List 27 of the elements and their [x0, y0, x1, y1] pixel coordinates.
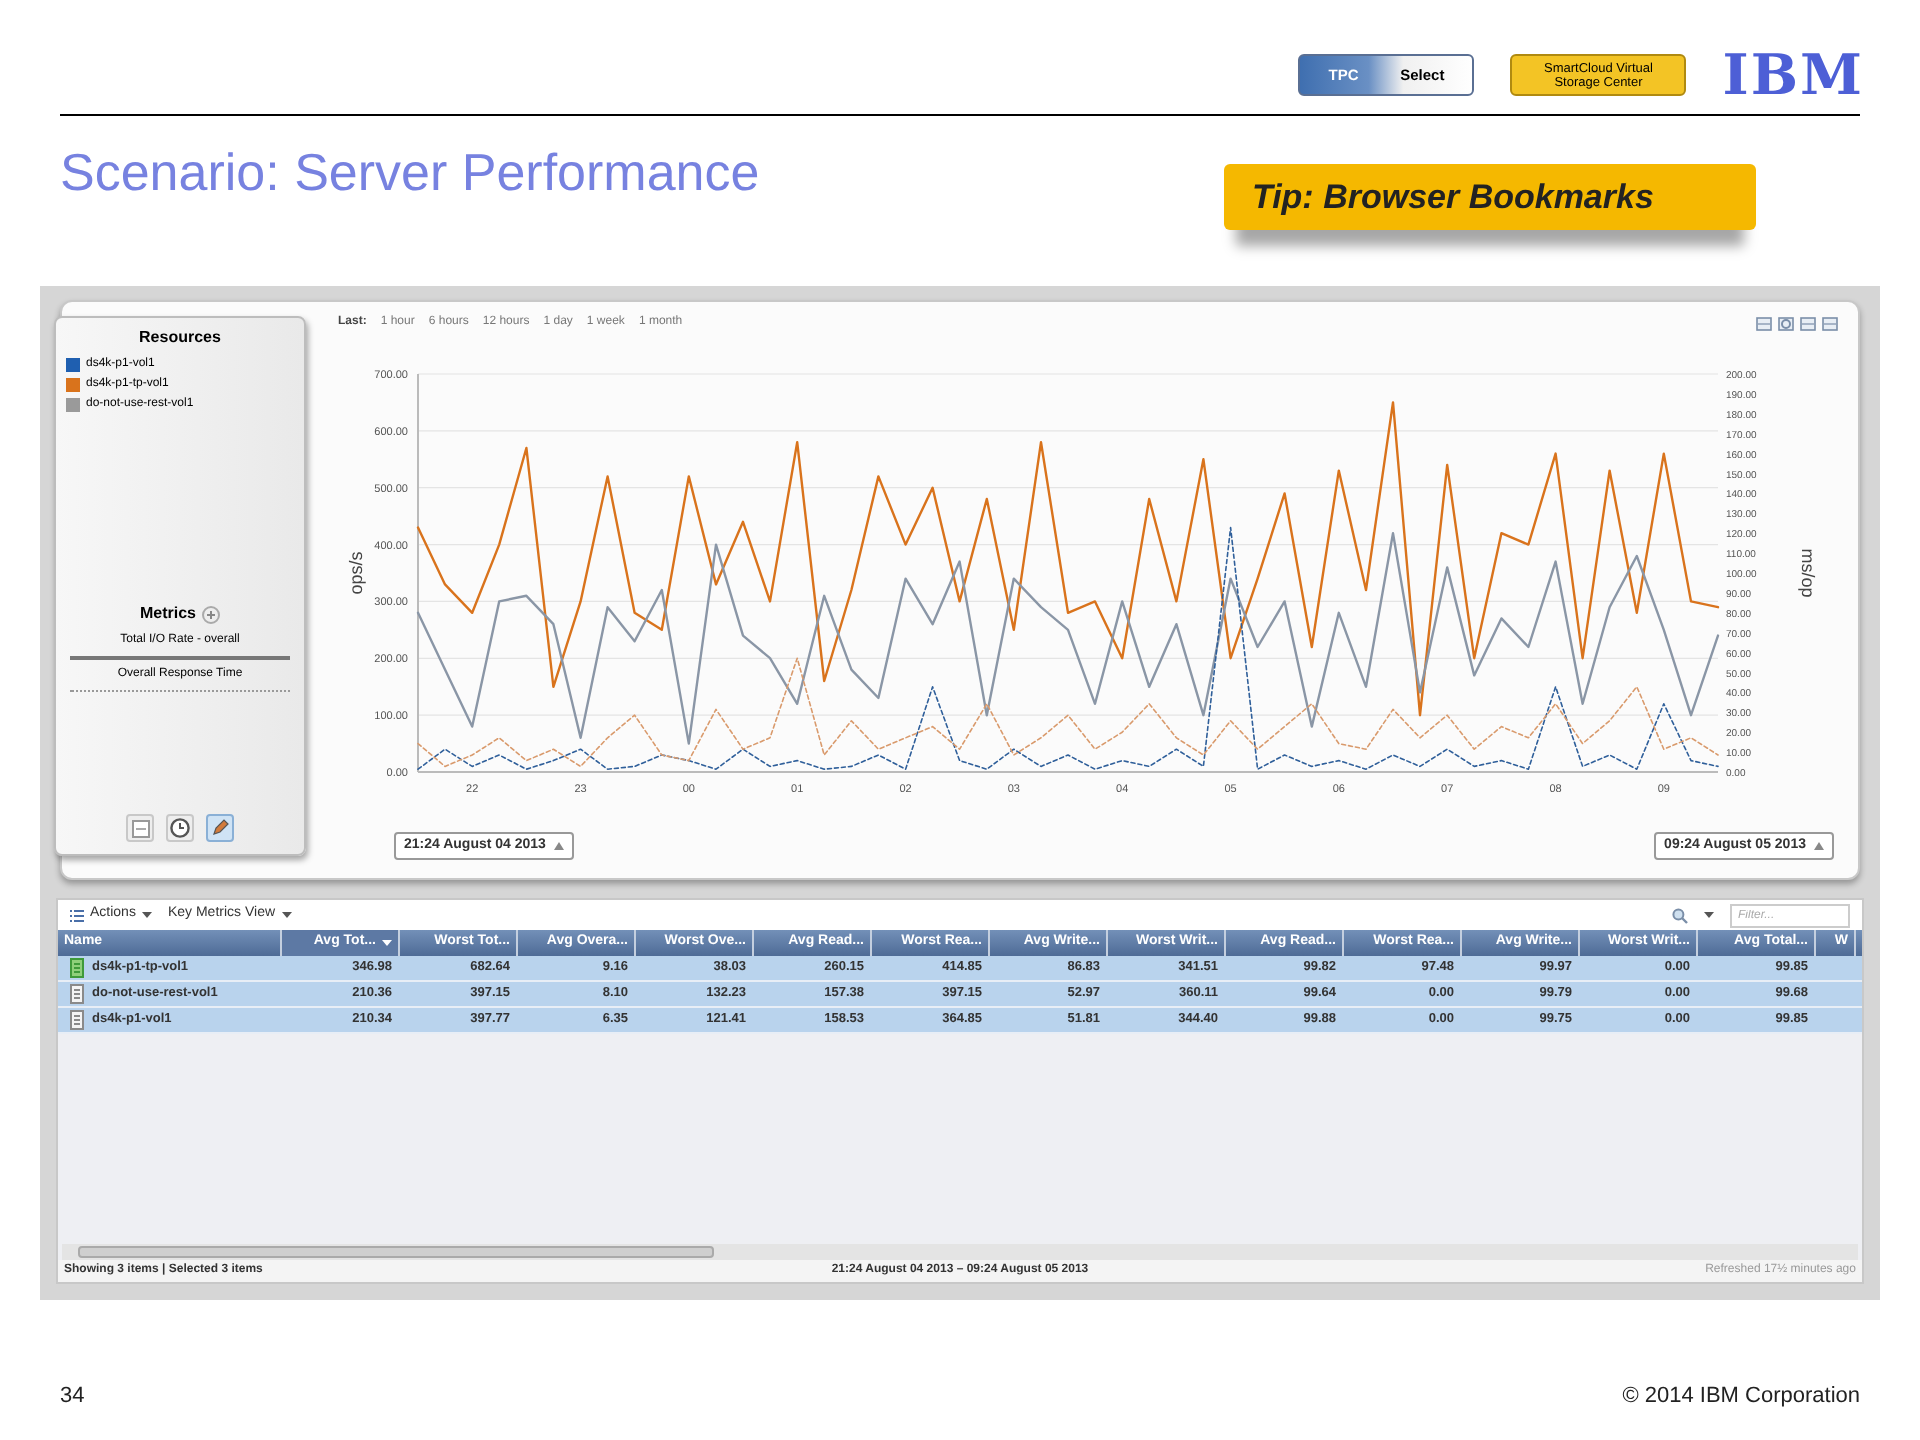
tool-button[interactable]: [206, 814, 234, 842]
ibm-logo: IBM: [1722, 47, 1864, 103]
add-icon[interactable]: [202, 605, 220, 623]
metrics-title: Metrics: [139, 602, 196, 626]
caret-icon: [141, 912, 152, 918]
caret-icon: [1814, 842, 1824, 850]
volume-icon: [70, 1010, 84, 1030]
sort-icon: [382, 940, 392, 946]
y-axis-title: ms/op: [1798, 548, 1818, 598]
page-number: 34: [60, 1382, 85, 1412]
caret-icon: [553, 842, 564, 850]
tool-button[interactable]: [166, 814, 194, 842]
slide-title: Scenario: Server Performance: [60, 140, 760, 206]
scrollbar-thumb[interactable]: [78, 1246, 714, 1258]
resources-title: Resources: [137, 326, 223, 350]
caret-icon: [281, 912, 292, 918]
volume-icon: [70, 984, 84, 1004]
table-icon[interactable]: [1756, 315, 1772, 331]
list-icon: [70, 909, 84, 921]
caret-icon[interactable]: [1704, 912, 1714, 918]
volume-icon: [70, 958, 84, 978]
tip-callout: Tip: Browser Bookmarks: [1224, 164, 1756, 230]
search-icon[interactable]: [1672, 907, 1688, 923]
y-axis-title: ops/s: [346, 551, 366, 595]
copyright: © 2014 IBM Corporation: [1622, 1382, 1860, 1412]
table-icon: [131, 819, 149, 837]
pen-icon: [210, 818, 230, 838]
